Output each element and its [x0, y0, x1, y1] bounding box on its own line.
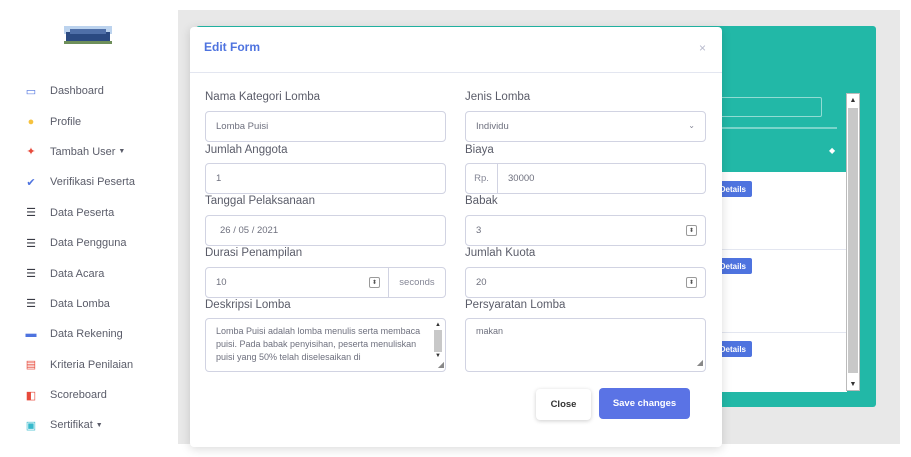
persyaratan-label: Persyaratan Lomba	[465, 299, 566, 311]
biaya-input[interactable]: 30000	[497, 163, 706, 194]
jumlah-anggota-value: 1	[216, 173, 222, 184]
sidebar-item-data-acara[interactable]: ☰ Data Acara	[0, 258, 175, 288]
list-icon: ☰	[26, 207, 36, 220]
scroll-down-icon[interactable]: ▼	[847, 378, 859, 390]
jumlah-anggota-label: Jumlah Anggota	[205, 144, 288, 156]
jenis-lomba-value: Individu	[476, 121, 509, 132]
nama-kategori-label: Nama Kategori Lomba	[205, 91, 321, 103]
resize-handle-icon[interactable]: ◢	[697, 356, 703, 369]
sidebar-item-label: Sertifikat	[50, 419, 93, 432]
tanggal-label: Tanggal Pelaksanaan	[205, 195, 315, 207]
jumlah-anggota-input[interactable]: 1	[205, 163, 446, 194]
deskripsi-textarea[interactable]: Lomba Puisi adalah lomba menulis serta m…	[205, 318, 446, 372]
sidebar-item-tambah-user[interactable]: ✦ Tambah User ▼	[0, 137, 175, 167]
sidebar-item-label: Data Pengguna	[50, 237, 127, 250]
sidebar-item-scoreboard[interactable]: ◧ Scoreboard	[0, 380, 175, 410]
sidebar-item-label: Kriteria Penilaian	[50, 358, 134, 371]
monitor-icon: ▭	[25, 85, 37, 98]
tanggal-value: 26 / 05 / 2021	[220, 225, 279, 236]
plus-icon: ✦	[26, 146, 36, 159]
sort-icon: ◆	[829, 146, 836, 155]
table-row-divider	[707, 249, 847, 250]
sidebar-item-data-peserta[interactable]: ☰ Data Peserta	[0, 198, 175, 228]
logo	[64, 26, 112, 44]
spinner-icon[interactable]: ⬍	[369, 277, 380, 288]
certificate-icon: ▣	[25, 419, 37, 432]
caret-down-icon: ▼	[95, 421, 103, 429]
babak-input[interactable]: 3 ⬍	[465, 215, 706, 246]
sidebar-item-kriteria-penilaian[interactable]: ▤ Kriteria Penilaian	[0, 350, 175, 380]
durasi-input[interactable]: 10 ⬍	[205, 267, 389, 298]
sidebar-nav: ▭ Dashboard ● Profile ✦ Tambah User ▼ ✔ Verifika…	[0, 76, 175, 441]
spinner-icon[interactable]: ⬍	[686, 225, 697, 236]
modal-title: Edit Form	[204, 40, 260, 54]
resize-handle-icon[interactable]: ◢	[438, 358, 444, 371]
sidebar-item-label: Dashboard	[50, 85, 104, 98]
sidebar-item-label: Data Acara	[50, 267, 105, 280]
biaya-label: Biaya	[465, 144, 494, 156]
sidebar-item-label: Scoreboard	[50, 389, 107, 402]
deskripsi-value: Lomba Puisi adalah lomba menulis serta m…	[216, 326, 421, 362]
sidebar-item-profile[interactable]: ● Profile	[0, 106, 175, 136]
durasi-unit: seconds	[388, 267, 446, 298]
spinner-icon[interactable]: ⬍	[686, 277, 697, 288]
sidebar-item-label: Profile	[50, 115, 82, 128]
persyaratan-textarea[interactable]: makan ◢	[465, 318, 706, 372]
durasi-value: 10	[216, 277, 227, 288]
kuota-input[interactable]: 20 ⬍	[465, 267, 706, 298]
deskripsi-label: Deskripsi Lomba	[205, 299, 291, 311]
user-icon: ●	[27, 115, 35, 128]
scoreboard-icon: ◧	[25, 389, 37, 402]
sidebar-item-label: Data Peserta	[50, 206, 115, 219]
credit-card-icon: ▬	[25, 328, 37, 341]
sidebar: ▭ Dashboard ● Profile ✦ Tambah User ▼ ✔ Verifika…	[0, 0, 175, 457]
clipboard-icon: ▤	[25, 359, 37, 372]
currency-prefix: Rp.	[465, 163, 498, 194]
jenis-lomba-label: Jenis Lomba	[465, 91, 531, 103]
jenis-lomba-select[interactable]: Individu ⌄	[465, 111, 706, 142]
scroll-up-icon[interactable]: ▲	[433, 321, 443, 329]
sidebar-item-label: Data Lomba	[50, 297, 110, 310]
sidebar-item-label: Data Rekening	[50, 328, 123, 341]
scrollbar-thumb[interactable]	[848, 108, 858, 373]
sidebar-item-sertifikat[interactable]: ▣ Sertifikat ▼	[0, 410, 175, 440]
list-icon: ☰	[26, 268, 36, 281]
sidebar-item-label: Tambah User	[50, 145, 116, 158]
table-row-divider	[707, 332, 847, 333]
persyaratan-value: makan	[476, 326, 504, 336]
save-changes-button[interactable]: Save changes	[599, 388, 690, 419]
sidebar-item-dashboard[interactable]: ▭ Dashboard	[0, 76, 175, 106]
kuota-value: 20	[476, 277, 487, 288]
scroll-up-icon[interactable]: ▲	[847, 94, 859, 106]
chevron-down-icon: ⌄	[688, 121, 695, 130]
sidebar-item-verifikasi-peserta[interactable]: ✔ Verifikasi Peserta	[0, 167, 175, 197]
nama-kategori-input[interactable]: Lomba Puisi	[205, 111, 446, 142]
tanggal-input[interactable]: 26 / 05 / 2021	[205, 215, 446, 246]
nama-kategori-value: Lomba Puisi	[216, 121, 269, 132]
sidebar-item-data-pengguna[interactable]: ☰ Data Pengguna	[0, 228, 175, 258]
babak-label: Babak	[465, 195, 498, 207]
check-icon: ✔	[26, 176, 36, 189]
kuota-label: Jumlah Kuota	[465, 247, 536, 259]
sidebar-item-data-rekening[interactable]: ▬ Data Rekening	[0, 319, 175, 349]
caret-down-icon: ▼	[118, 148, 126, 156]
close-icon[interactable]: ×	[699, 41, 706, 55]
background-table	[707, 172, 847, 392]
sidebar-item-label: Verifikasi Peserta	[50, 176, 135, 189]
background-divider	[707, 127, 837, 129]
sidebar-item-data-lomba[interactable]: ☰ Data Lomba	[0, 289, 175, 319]
close-button[interactable]: Close	[536, 389, 591, 420]
background-search-input	[707, 97, 822, 117]
biaya-value: 30000	[508, 173, 535, 184]
list-icon: ☰	[26, 298, 36, 311]
background-scrollbar[interactable]: ▲ ▼	[846, 93, 860, 391]
modal-header: Edit Form ×	[190, 27, 722, 73]
durasi-label: Durasi Penampilan	[205, 247, 303, 259]
babak-value: 3	[476, 225, 482, 236]
list-icon: ☰	[26, 237, 36, 250]
